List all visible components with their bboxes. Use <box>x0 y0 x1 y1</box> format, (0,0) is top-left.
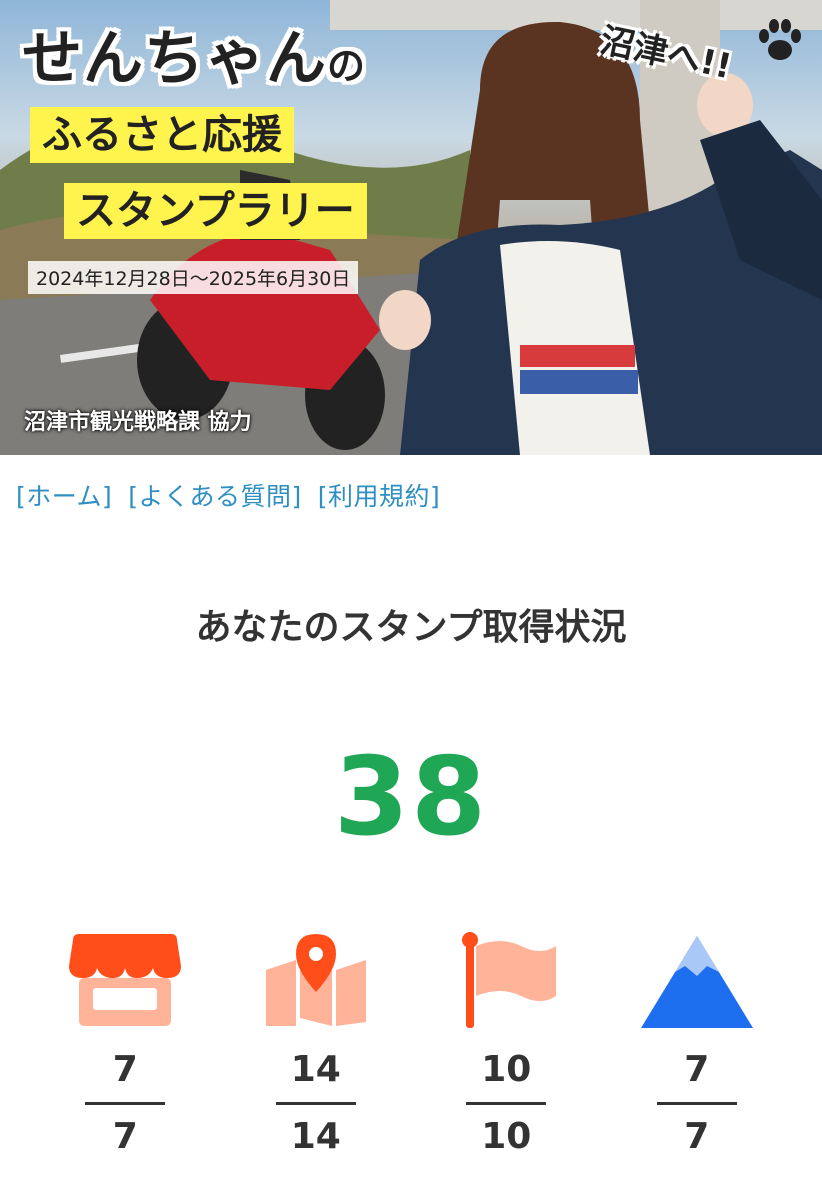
hero-period: 2024年12月28日〜2025年6月30日 <box>28 261 359 294</box>
fraction-divider <box>275 1102 356 1105</box>
nav-faq-link[interactable]: [よくある質問] <box>128 477 302 513</box>
stamp-category-shop: 7 7 <box>55 930 195 1157</box>
stamp-total-count: 38 <box>333 735 489 860</box>
stamp-status-heading: あなたのスタンプ取得状況 <box>195 607 627 648</box>
stamp-category-map: 14 14 <box>246 930 386 1157</box>
hero-title-no: の <box>327 44 367 88</box>
stamp-category-flag: 10 10 <box>436 930 576 1157</box>
nav-home-link[interactable]: [ホーム] <box>16 477 112 513</box>
hero-title-main: せんちゃん <box>22 24 327 94</box>
stamp-count-shop: 7 <box>112 1049 138 1090</box>
stamp-count-flag: 10 <box>481 1049 532 1090</box>
fraction-divider <box>656 1102 737 1105</box>
hero-banner: せんちゃんの ふるさと応援 スタンプラリー 2024年12月28日〜2025年6… <box>0 0 822 455</box>
stamp-max-flag: 10 <box>481 1116 532 1157</box>
mountain-icon <box>637 930 757 1030</box>
top-nav: [ホーム] [よくある質問] [利用規約] <box>16 477 440 513</box>
hero-credit: 沼津市観光戦略課 協力 <box>24 410 252 435</box>
shop-icon <box>65 930 185 1030</box>
hero-title: せんちゃんの <box>22 10 366 97</box>
stamp-count-map: 14 <box>290 1049 341 1090</box>
stamp-max-mountain: 7 <box>684 1116 710 1157</box>
stamp-count-mountain: 7 <box>684 1049 710 1090</box>
stamp-max-shop: 7 <box>112 1116 138 1157</box>
stamp-max-map: 14 <box>290 1116 341 1157</box>
fraction-divider <box>466 1102 547 1105</box>
hero-subtitle-line1: ふるさと応援 <box>30 107 294 163</box>
map-pin-icon <box>256 930 376 1030</box>
hero-subtitle-line2: スタンプラリー <box>64 183 367 239</box>
paw-icon <box>752 14 808 81</box>
stamp-category-list: 7 7 14 14 10 10 7 7 <box>30 930 792 1157</box>
nav-terms-link[interactable]: [利用規約] <box>318 477 441 513</box>
stamp-category-mountain: 7 7 <box>627 930 767 1157</box>
flag-icon <box>446 930 566 1030</box>
fraction-divider <box>85 1102 166 1105</box>
